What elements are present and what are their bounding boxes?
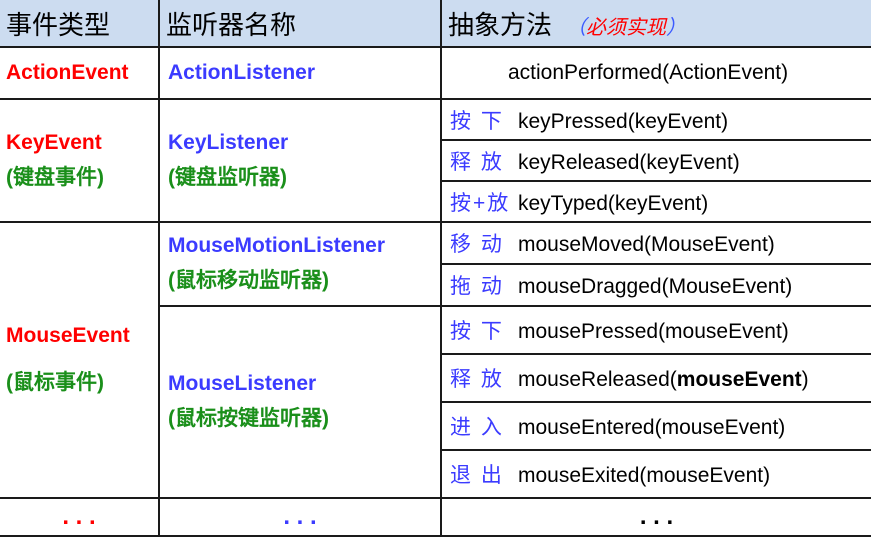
op-label: 按 下 (450, 320, 504, 343)
method-mouse-released: 释 放 mouseReleased(mouseEvent) (441, 353, 871, 403)
method-sig: keyTyped(keyEvent) (518, 191, 709, 215)
table-row: MouseEvent (鼠标事件) MouseMotionListener (鼠… (0, 221, 871, 499)
event-key-name: KeyEvent (6, 130, 102, 154)
method-sig: keyPressed(keyEvent) (518, 109, 729, 133)
event-mouse-cn: (鼠标事件) (6, 371, 104, 394)
listener-mouse-motion-name: MouseMotionListener (168, 234, 386, 257)
event-mouse: MouseEvent (鼠标事件) (0, 221, 160, 499)
method-sig: keyReleased(keyEvent) (518, 150, 740, 174)
method-mouse-dragged: 拖 动 mouseDragged(MouseEvent) (441, 263, 871, 307)
method-sig: mouseEntered(mouseEvent) (518, 416, 786, 439)
method-sig-bold-arg: mouseEvent (676, 368, 802, 391)
table-row: KeyEvent (键盘事件) KeyListener (键盘监听器) 按 下 k… (0, 98, 871, 223)
header-event-type: 事件类型 (0, 0, 160, 48)
method-key-typed: 按+放 keyTyped(keyEvent) (441, 180, 871, 223)
method-sig: mouseDragged(MouseEvent) (518, 275, 793, 298)
header-row: 事件类型 监听器名称 抽象方法 （必须实现） (0, 0, 871, 48)
header-listener-name: 监听器名称 (158, 0, 442, 48)
listener-mouse-motion-cn: (鼠标移动监听器) (168, 269, 329, 292)
required-label: 必须实现 (586, 16, 667, 39)
event-listener-table: 事件类型 监听器名称 抽象方法 （必须实现） ActionEvent Action… (0, 0, 871, 537)
required-paren-open: （ (566, 16, 587, 39)
op-label: 按+放 (450, 191, 511, 215)
event-key: KeyEvent (键盘事件) (0, 98, 160, 223)
op-label: 退 出 (450, 464, 504, 487)
event-key-cn: (键盘事件) (6, 165, 104, 189)
ellipsis-listener: . . . (158, 497, 442, 537)
listener-mouse-motion: MouseMotionListener (鼠标移动监听器) (158, 221, 442, 307)
listener-mouse-cn: (鼠标按键监听器) (168, 407, 329, 430)
table-row: . . . . . . . . . (0, 497, 871, 537)
table-row: ActionEvent ActionListener actionPerform… (0, 46, 871, 100)
method-sig: mousePressed(mouseEvent) (518, 320, 789, 343)
header-method-label: 抽象方法 (448, 9, 553, 40)
method-key-released: 释 放 keyReleased(keyEvent) (441, 139, 871, 182)
header-abstract-method: 抽象方法 （必须实现） (440, 0, 871, 48)
ellipsis-event: . . . (0, 497, 160, 537)
method-sig: mouseExited(mouseEvent) (518, 464, 771, 487)
event-action: ActionEvent (0, 46, 160, 100)
listener-action: ActionListener (158, 46, 442, 100)
listener-key-cn: (键盘监听器) (168, 165, 287, 189)
listener-key: KeyListener (键盘监听器) (158, 98, 442, 223)
listener-mouse: MouseListener (鼠标按键监听器) (159, 305, 442, 499)
op-label: 移 动 (450, 233, 504, 256)
op-label: 释 放 (450, 150, 504, 174)
ellipsis-method: . . . (440, 497, 871, 537)
op-label: 释 放 (450, 368, 504, 391)
listener-key-name: KeyListener (168, 130, 289, 154)
method-sig: mouseMoved(MouseEvent) (518, 233, 775, 256)
listener-mouse-name: MouseListener (168, 372, 317, 395)
method-mouse-moved: 移 动 mouseMoved(MouseEvent) (440, 221, 871, 265)
method-action-performed: actionPerformed(ActionEvent) (440, 46, 871, 100)
required-note: （必须实现） (566, 17, 686, 39)
op-label: 进 入 (450, 416, 504, 439)
op-label: 拖 动 (450, 275, 504, 298)
method-mouse-exited: 退 出 mouseExited(mouseEvent) (441, 449, 871, 499)
method-sig-prefix: mouseReleased( (518, 368, 677, 391)
method-mouse-pressed: 按 下 mousePressed(mouseEvent) (440, 305, 871, 355)
op-label: 按 下 (450, 109, 504, 133)
event-mouse-name: MouseEvent (6, 324, 130, 347)
required-paren-close: ） (666, 16, 687, 39)
method-sig-suffix: ) (801, 368, 809, 391)
method-mouse-entered: 进 入 mouseEntered(mouseEvent) (441, 401, 871, 451)
method-key-pressed: 按 下 keyPressed(keyEvent) (440, 98, 871, 141)
